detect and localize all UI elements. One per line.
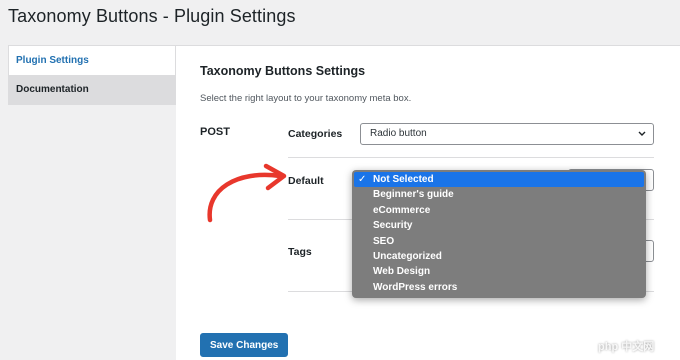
categories-select[interactable]: Radio button xyxy=(360,123,654,145)
dropdown-option[interactable]: WordPress errors xyxy=(352,280,646,295)
tags-label: Tags xyxy=(288,246,312,258)
checkmark-icon: ✓ xyxy=(358,174,367,185)
row-divider xyxy=(288,157,654,158)
section-description: Select the right layout to your taxonomy… xyxy=(200,93,412,104)
section-title: Taxonomy Buttons Settings xyxy=(200,64,366,78)
save-changes-button[interactable]: Save Changes xyxy=(200,333,289,357)
page-title: Taxonomy Buttons - Plugin Settings xyxy=(8,6,296,26)
dropdown-option[interactable]: eCommerce xyxy=(352,203,646,218)
default-dropdown-menu[interactable]: ✓ Not Selected Beginner's guide eCommerc… xyxy=(352,170,646,298)
categories-label: Categories xyxy=(288,128,343,140)
red-arrow-annotation xyxy=(207,163,287,223)
sidebar-item-documentation[interactable]: Documentation xyxy=(9,75,175,104)
chevron-down-icon xyxy=(638,131,646,136)
dropdown-option[interactable]: Web Design xyxy=(352,264,646,279)
settings-sidebar: Plugin Settings Documentation xyxy=(8,45,176,105)
watermark-logo: php 中文网 xyxy=(598,341,655,353)
dropdown-option[interactable]: Uncategorized xyxy=(352,249,646,264)
categories-select-value: Radio button xyxy=(370,128,427,139)
dropdown-option-selected[interactable]: ✓ Not Selected xyxy=(354,172,644,188)
dropdown-option[interactable]: SEO xyxy=(352,234,646,249)
post-group-label: POST xyxy=(200,126,230,138)
dropdown-option[interactable]: Security xyxy=(352,218,646,233)
dropdown-option[interactable]: Beginner's guide xyxy=(352,187,646,202)
sidebar-item-plugin-settings[interactable]: Plugin Settings xyxy=(9,46,175,75)
